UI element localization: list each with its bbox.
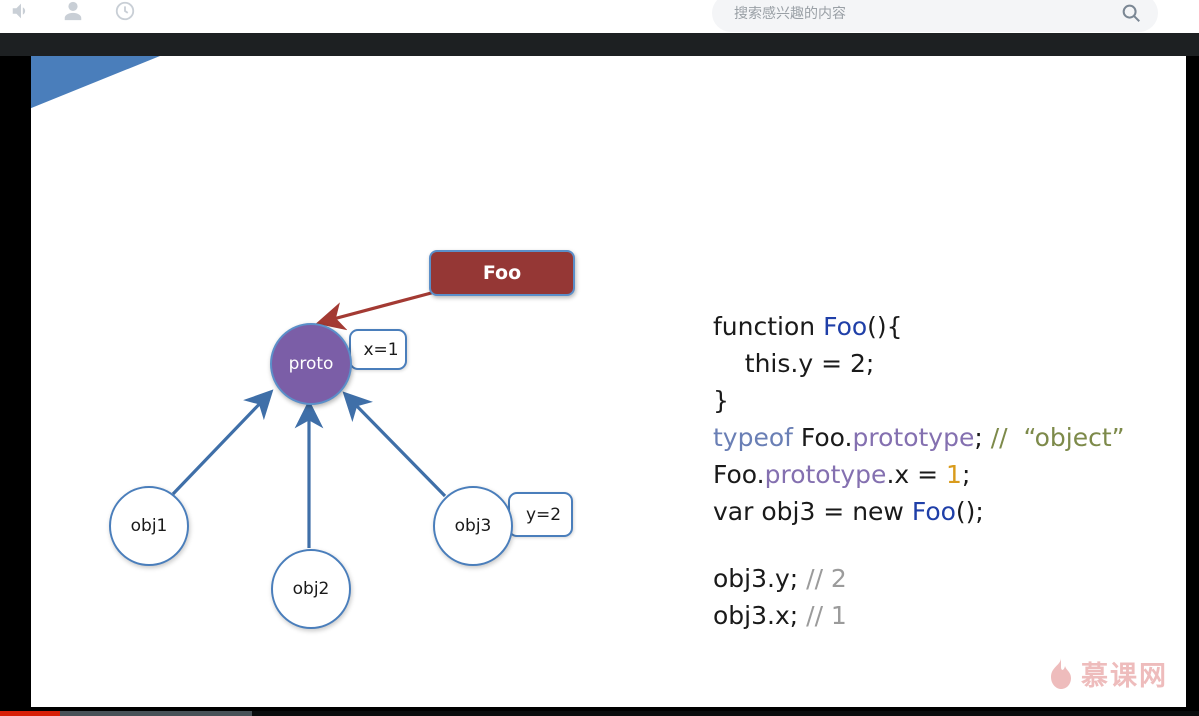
code-line: var obj3 = new Foo();	[713, 493, 1183, 530]
code-token: Foo.	[792, 423, 853, 452]
site-watermark: 慕课网	[1047, 654, 1168, 693]
code-token: // “object”	[990, 423, 1125, 452]
code-token: // 1	[806, 601, 847, 630]
instance-property-badge: y=2	[508, 492, 573, 537]
code-line: this.y = 2;	[713, 345, 1183, 382]
code-line: Foo.prototype.x = 1;	[713, 456, 1183, 493]
code-token: this.y = 2;	[713, 349, 875, 378]
player-letterbox-left	[0, 112, 31, 716]
video-player[interactable]: 基于原型的继承 Foo x=1 proto y=2 obj1 obj2 obj3…	[0, 56, 1199, 716]
code-line: obj3.y; // 2	[713, 560, 1183, 597]
instance-property-label: y=2	[525, 504, 562, 525]
code-line: }	[713, 382, 1183, 419]
code-token: var obj3 = new	[713, 497, 912, 526]
code-token: 1	[946, 460, 962, 489]
flame-icon	[1051, 657, 1071, 689]
instance-node-label: obj2	[292, 579, 330, 599]
code-token: ;	[961, 460, 971, 489]
search-icon	[1122, 4, 1140, 22]
code-token: prototype	[852, 423, 975, 452]
video-progress-track[interactable]	[0, 711, 1199, 716]
clock-icon[interactable]	[114, 0, 136, 22]
person-icon[interactable]	[62, 0, 84, 22]
instance-node-label: obj1	[130, 516, 168, 536]
code-token: prototype	[764, 460, 887, 489]
arrow-obj3-to-proto	[342, 391, 447, 498]
prototype-property-label: x=1	[363, 339, 399, 360]
instance-node-obj2: obj2	[271, 549, 351, 629]
code-token: // 2	[806, 564, 847, 593]
site-header	[0, 0, 1199, 33]
prototype-diagram: Foo x=1 proto y=2 obj1 obj2 obj3	[31, 56, 671, 707]
prototype-node-label: proto	[288, 354, 334, 374]
code-token: obj3.y;	[713, 564, 807, 593]
code-listing: function Foo(){ this.y = 2;} typeof Foo.p…	[713, 308, 1183, 634]
code-line: obj3.x; // 1	[713, 597, 1183, 634]
search-button[interactable]	[1120, 2, 1142, 24]
nav-dark-bar	[0, 33, 1199, 56]
code-token: (){	[867, 312, 903, 341]
constructor-box-foo: Foo	[429, 250, 575, 296]
code-line: function Foo(){	[713, 308, 1183, 345]
code-token: ();	[955, 497, 984, 526]
code-token: Foo.	[713, 460, 765, 489]
instance-node-obj1: obj1	[109, 486, 189, 566]
code-token: function	[713, 312, 824, 341]
prototype-node: proto	[270, 323, 352, 405]
code-token: .x =	[886, 460, 947, 489]
constructor-box-label: Foo	[482, 262, 522, 284]
search-bar[interactable]	[712, 0, 1158, 32]
header-icon-group	[10, 0, 136, 22]
code-line: typeof Foo.prototype; // “object”	[713, 419, 1183, 456]
code-token: typeof	[713, 423, 793, 452]
code-token: obj3.x;	[713, 601, 807, 630]
arrow-foo-to-proto	[315, 290, 436, 331]
code-token: Foo	[823, 312, 868, 341]
code-token: }	[713, 386, 729, 415]
speaker-icon[interactable]	[10, 0, 32, 22]
search-input[interactable]	[732, 4, 1096, 22]
arrow-obj1-to-proto	[171, 389, 274, 496]
instance-node-obj3: obj3	[433, 486, 513, 566]
instance-node-label: obj3	[454, 516, 492, 536]
code-token: Foo	[911, 497, 956, 526]
code-token: ;	[974, 423, 991, 452]
watermark-text: 慕课网	[1081, 661, 1168, 692]
prototype-property-badge: x=1	[349, 329, 407, 370]
video-progress-played	[0, 711, 60, 716]
page-root: 基于原型的继承	[0, 0, 1199, 716]
diagram-connectors	[171, 290, 447, 548]
slide-canvas: 基于原型的继承 Foo x=1 proto y=2 obj1 obj2 obj3…	[31, 56, 1186, 707]
